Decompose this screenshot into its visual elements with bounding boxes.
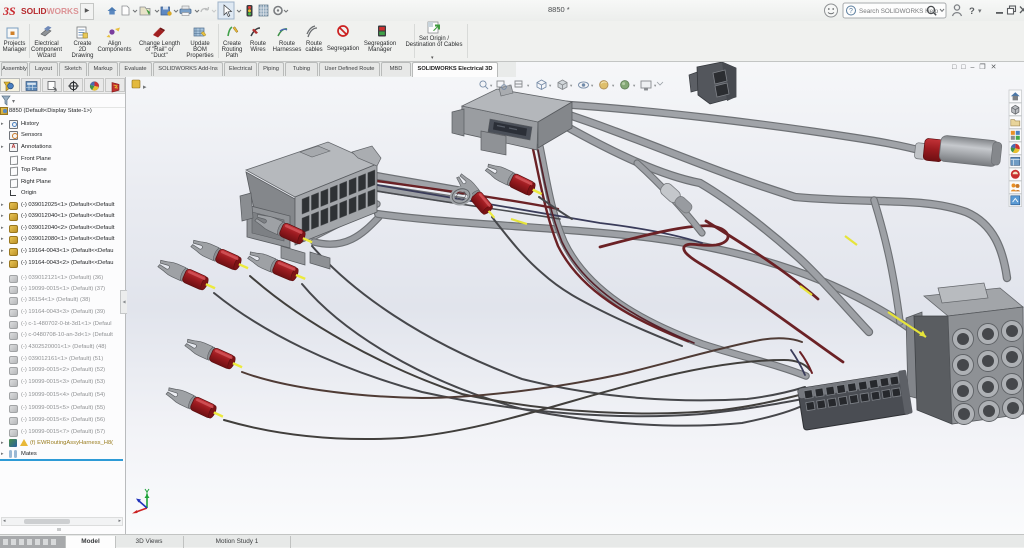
svg-text:▸: ▸ bbox=[143, 84, 147, 91]
svg-text:▾: ▾ bbox=[570, 83, 573, 88]
svg-text:▾: ▾ bbox=[591, 83, 594, 88]
svg-text:?: ? bbox=[969, 6, 975, 17]
svg-text:▾: ▾ bbox=[654, 83, 657, 88]
svg-text:▾: ▾ bbox=[633, 83, 636, 88]
svg-text:?: ? bbox=[849, 8, 853, 15]
svg-text:3S: 3S bbox=[2, 4, 16, 18]
svg-text:▾: ▾ bbox=[490, 83, 493, 88]
svg-text:Search SOLIDWORKS Help: Search SOLIDWORKS Help bbox=[859, 8, 939, 15]
svg-text:▾: ▾ bbox=[978, 8, 982, 15]
svg-text:▾: ▾ bbox=[612, 83, 615, 88]
svg-text:▾: ▾ bbox=[549, 83, 552, 88]
svg-text:▾: ▾ bbox=[527, 83, 530, 88]
